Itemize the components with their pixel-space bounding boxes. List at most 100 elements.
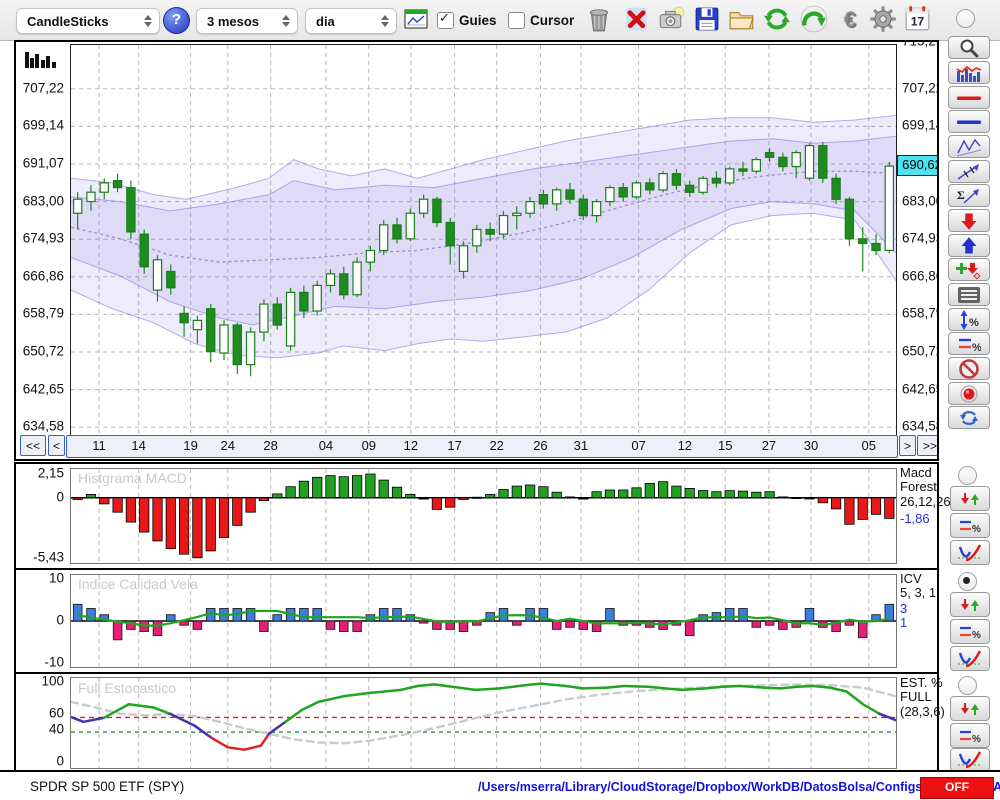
axis-tick-label: 683,00 bbox=[22, 193, 64, 209]
sell-arrow-button[interactable] bbox=[948, 209, 990, 232]
stochastic-title: Full Estocastico bbox=[78, 680, 177, 696]
stochastic-select-radio[interactable] bbox=[958, 676, 977, 695]
stochastic-panel: Full Estocastico 100 60 40 0 EST. % FULL (2… bbox=[14, 672, 945, 774]
date-tick-label: 15 bbox=[717, 438, 733, 453]
record-button[interactable] bbox=[948, 382, 990, 405]
macd-params-label: Macd Forest 26,12,26 bbox=[900, 465, 951, 509]
sync-button[interactable] bbox=[762, 5, 792, 35]
date-tick-label: 22 bbox=[489, 438, 504, 453]
cursor-checkbox[interactable] bbox=[508, 12, 525, 29]
zigzag-button[interactable] bbox=[948, 135, 990, 158]
zoom-button[interactable] bbox=[948, 36, 990, 59]
svg-text:%: % bbox=[972, 734, 981, 745]
axis-tick-label: 2,15 bbox=[37, 465, 64, 481]
symbol-label: SPDR SP 500 ETF (SPY) bbox=[30, 779, 185, 794]
disable-button[interactable] bbox=[948, 357, 990, 380]
chevron-updown-icon bbox=[381, 15, 389, 27]
list-button[interactable] bbox=[948, 283, 990, 306]
undo-button[interactable] bbox=[799, 5, 829, 35]
blue-up-arrow-icon bbox=[961, 236, 977, 253]
trash-button[interactable] bbox=[584, 5, 614, 35]
status-bar: SPDR SP 500 ETF (SPY) /Users/mserra/Libr… bbox=[0, 770, 1000, 800]
axis-tick-label: 634,58 bbox=[22, 418, 64, 434]
candlestick-plot[interactable] bbox=[70, 44, 897, 436]
levels-percent-button[interactable]: % bbox=[948, 332, 990, 355]
scroll-next-button[interactable]: > bbox=[899, 435, 916, 456]
icv-curve-button[interactable] bbox=[950, 646, 990, 671]
macd-curve-button[interactable] bbox=[950, 540, 990, 565]
scroll-last-button[interactable]: >> bbox=[917, 435, 937, 456]
add-signal-button[interactable] bbox=[948, 258, 990, 281]
chevron-updown-icon bbox=[282, 15, 290, 27]
settings-button[interactable] bbox=[868, 5, 898, 35]
trendline-button[interactable] bbox=[948, 160, 990, 183]
save-button[interactable] bbox=[692, 5, 722, 35]
red-x-icon bbox=[625, 7, 647, 31]
chart-type-select[interactable]: CandleSticks bbox=[16, 8, 160, 34]
red-green-arrows-icon bbox=[961, 492, 979, 505]
stochastic-signals-button[interactable] bbox=[950, 696, 990, 721]
macd-plot[interactable] bbox=[70, 468, 897, 564]
icv-value-label: 3 1 bbox=[900, 601, 908, 631]
lines-percent-icon: % bbox=[960, 730, 981, 745]
guies-label: Guies bbox=[459, 13, 497, 28]
open-file-button[interactable] bbox=[727, 5, 757, 35]
axis-tick-label: -5,43 bbox=[33, 549, 64, 565]
red-line-button[interactable] bbox=[948, 86, 990, 109]
calendar-icon: 17 bbox=[905, 6, 929, 31]
no-entry-icon bbox=[959, 358, 979, 379]
date-tick-label: 17 bbox=[447, 438, 462, 453]
help-glyph: ? bbox=[171, 11, 182, 28]
calendar-button[interactable]: 17 bbox=[902, 5, 932, 35]
svg-text:%: % bbox=[969, 317, 979, 329]
axis-tick-label: 650,72 bbox=[902, 343, 937, 359]
axis-tick-label: 0 bbox=[56, 612, 64, 628]
delete-button[interactable] bbox=[621, 5, 651, 35]
currency-button[interactable]: € bbox=[835, 5, 865, 35]
axis-tick-label: 683,00 bbox=[902, 193, 937, 209]
macd-panel: Histgrama MACD 2,15 0 -5,43 Macd Forest 26… bbox=[14, 462, 951, 570]
svg-text:%: % bbox=[972, 630, 981, 641]
help-button[interactable]: ? bbox=[163, 7, 190, 34]
macd-percent-button[interactable]: % bbox=[950, 513, 990, 538]
axis-tick-label: 642,65 bbox=[902, 381, 937, 397]
lines-percent-icon: % bbox=[959, 338, 981, 354]
snapshot-button[interactable] bbox=[656, 5, 686, 35]
axis-tick-label: 10 bbox=[48, 570, 64, 586]
indicator-chart-button[interactable] bbox=[948, 61, 990, 84]
date-tick-label: 11 bbox=[92, 438, 106, 453]
macd-signals-button[interactable] bbox=[950, 486, 990, 511]
vertical-percent-button[interactable]: % bbox=[948, 308, 990, 331]
buy-arrow-button[interactable] bbox=[948, 234, 990, 257]
red-green-arrows-icon bbox=[961, 702, 979, 715]
date-tick-label: 27 bbox=[761, 438, 777, 453]
period-select[interactable]: 3 mesos bbox=[196, 8, 298, 34]
interval-select[interactable]: dia bbox=[305, 8, 397, 34]
axis-tick-label: 0 bbox=[56, 489, 64, 505]
axis-tick-label: 658,79 bbox=[902, 305, 937, 321]
icv-signals-button[interactable] bbox=[950, 592, 990, 617]
plus-down-arrow-icon bbox=[956, 262, 981, 280]
stochastic-curve-button[interactable] bbox=[950, 748, 990, 772]
chart-window-button[interactable] bbox=[403, 8, 429, 32]
date-tick-label: 26 bbox=[533, 438, 548, 453]
icv-percent-button[interactable]: % bbox=[950, 619, 990, 644]
date-tick-label: 12 bbox=[403, 438, 419, 453]
sigma-trend-button[interactable]: Σ bbox=[948, 184, 990, 207]
scroll-prev-button[interactable]: < bbox=[48, 435, 65, 456]
scroll-first-button[interactable]: << bbox=[20, 435, 46, 456]
off-toggle-button[interactable]: OFF bbox=[920, 777, 994, 799]
open-folder-icon bbox=[729, 11, 754, 29]
blue-line-button[interactable] bbox=[948, 110, 990, 133]
icv-select-radio[interactable] bbox=[958, 572, 977, 591]
date-tick-label: 28 bbox=[263, 438, 278, 453]
stochastic-percent-button[interactable]: % bbox=[950, 723, 990, 748]
stochastic-plot[interactable] bbox=[70, 677, 897, 769]
date-tick-label: 07 bbox=[631, 438, 646, 453]
refresh-button[interactable] bbox=[948, 406, 990, 429]
toolbar-radio[interactable] bbox=[956, 9, 975, 28]
camera-icon bbox=[659, 6, 685, 29]
guies-checkbox[interactable] bbox=[437, 11, 454, 29]
macd-select-radio[interactable] bbox=[958, 466, 977, 485]
icv-panel: Indice Calidad Vela 10 0 -10 ICV 5, 3, 1 3… bbox=[14, 568, 939, 674]
